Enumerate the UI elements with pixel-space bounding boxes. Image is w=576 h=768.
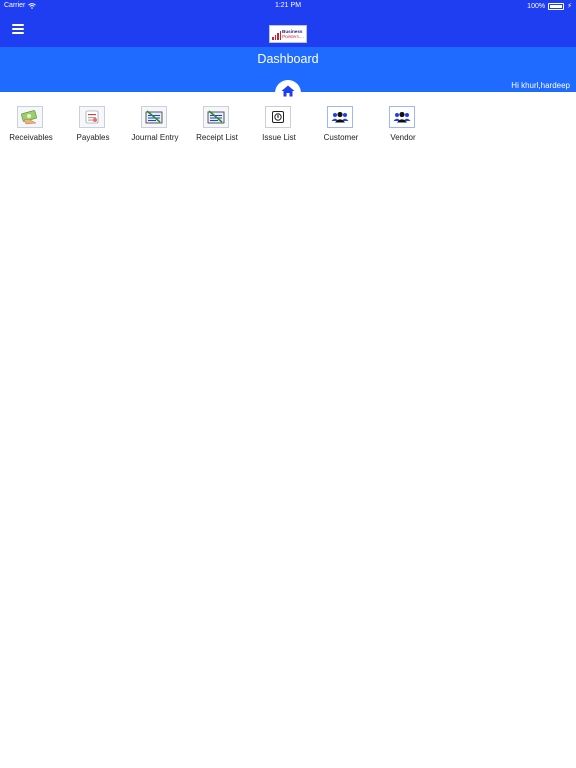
tile-label: Journal Entry [131,133,179,142]
battery-icon [548,2,565,10]
nav-bar: Business Pointers.... [0,13,576,47]
tile-label: Customer [323,133,359,142]
tile-receipt-list[interactable]: Receipt List [186,106,248,146]
tile-label: Issue List [262,133,296,142]
tile-vendor[interactable]: Vendor [372,106,434,146]
receivables-icon [17,106,43,128]
home-icon [281,85,295,97]
issue-list-icon [265,106,291,128]
home-tab[interactable] [275,80,301,100]
tile-payables[interactable]: Payables [62,106,124,146]
charging-bolt-icon: ⚡ [567,3,572,10]
tile-issue-list[interactable]: Issue List [248,106,310,146]
journal-entry-icon [141,106,167,128]
tile-customer[interactable]: Customer [310,106,372,146]
logo-text: Business Pointers.... [282,29,304,39]
vendor-icon [389,106,415,128]
tile-receivables[interactable]: Receivables [0,106,62,146]
business-pointers-logo: Business Pointers.... [269,25,307,43]
battery-fill [550,4,563,8]
payables-icon [79,106,105,128]
tile-label: Vendor [390,133,416,142]
tile-journal-entry[interactable]: Journal Entry [124,106,186,146]
status-right: 100% ⚡ [527,2,572,10]
hamburger-menu-icon[interactable] [12,24,24,34]
battery-percent: 100% [527,2,546,10]
logo-bars-icon [272,30,282,40]
tile-label: Receivables [9,133,53,142]
status-time: 1:21 PM [274,2,302,9]
page-title: Dashboard [257,52,319,66]
user-greeting: Hi khurl,hardeep [511,81,570,90]
tile-label: Payables [76,133,110,142]
customer-icon [327,106,353,128]
dashboard-tiles: Receivables Payables Journal Entry Recei… [0,106,576,146]
status-bar: Carrier 1:21 PM 100% ⚡ [0,0,576,13]
logo-line2: Pointers.... [282,34,304,39]
receipt-list-icon [203,106,229,128]
tile-label: Receipt List [196,133,238,142]
